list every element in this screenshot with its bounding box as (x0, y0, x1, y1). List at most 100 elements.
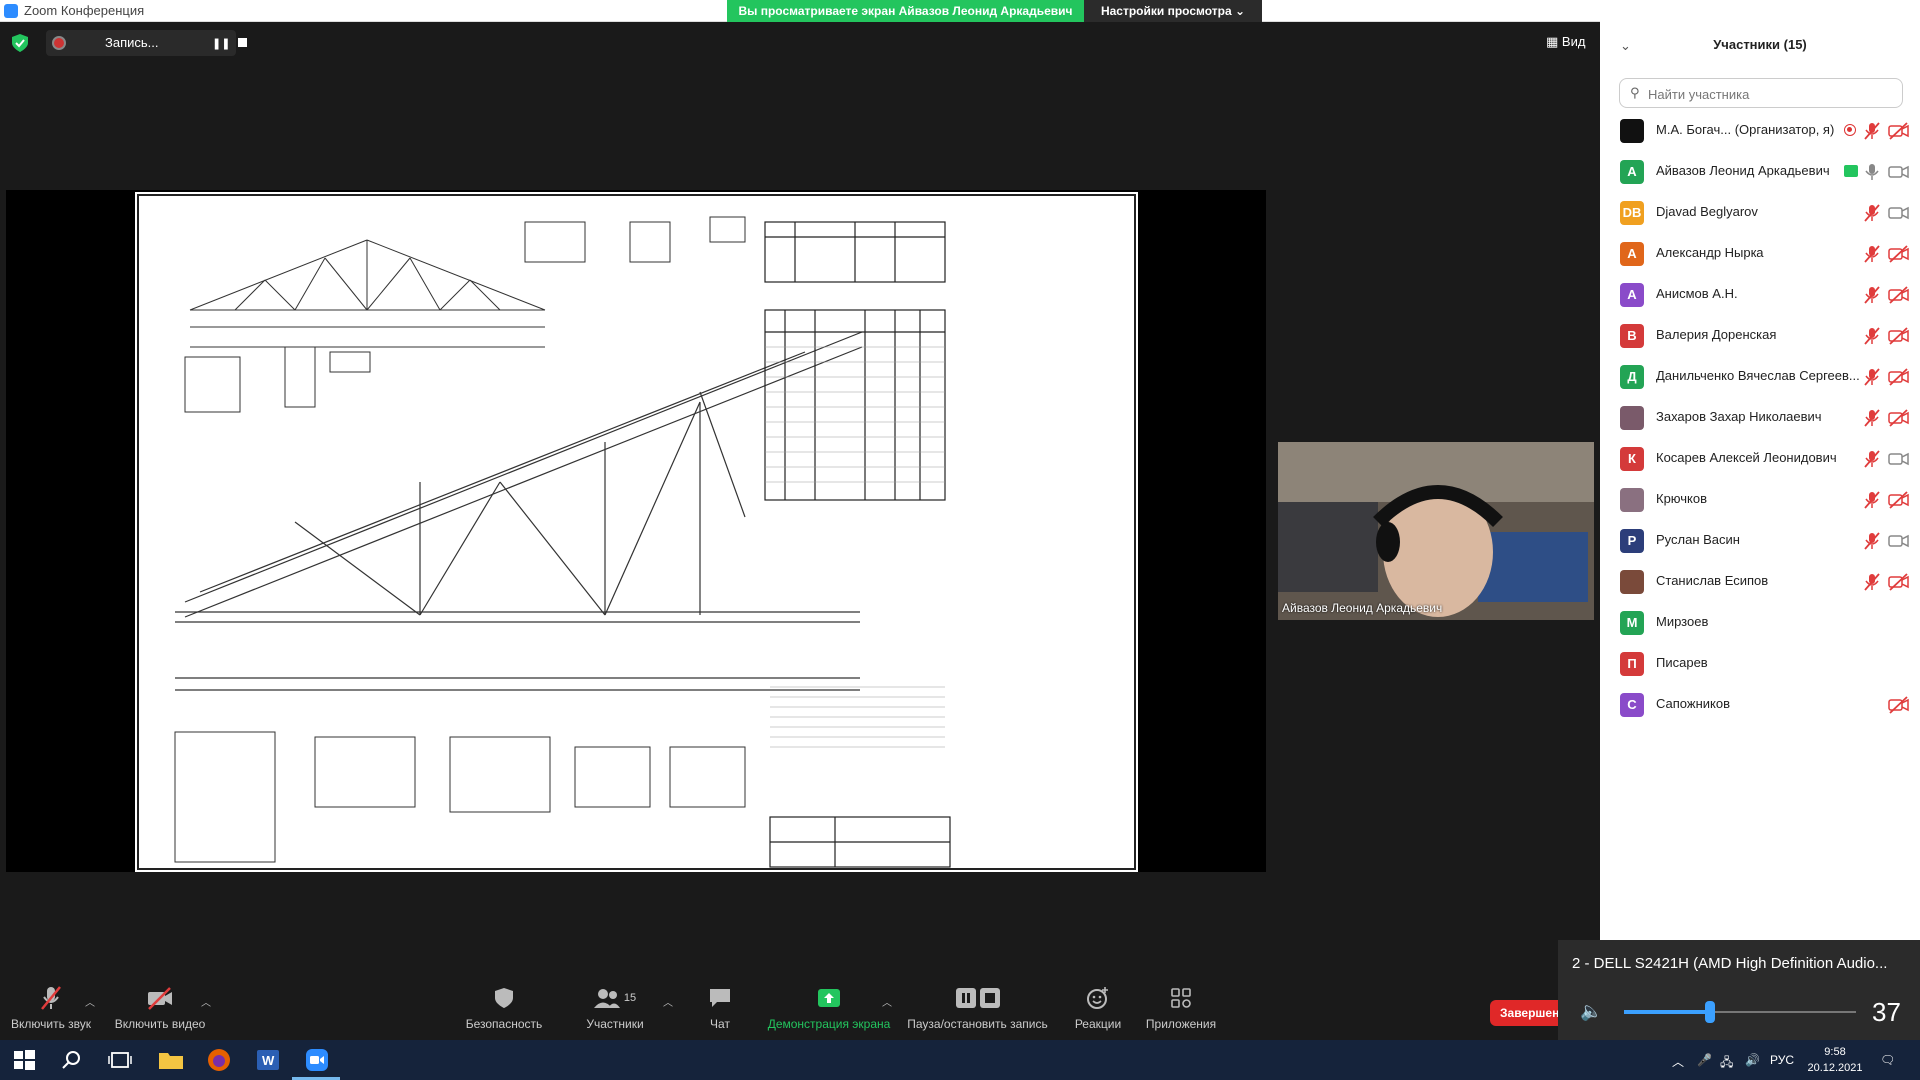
participant-row[interactable]: Захаров Захар Николаевич (1600, 397, 1920, 438)
participant-video-tile[interactable] (1278, 442, 1594, 620)
video-off-icon[interactable] (1888, 696, 1910, 714)
participant-row[interactable]: Д Данильченко Вячеслав Сергеев... (1600, 356, 1920, 397)
view-button[interactable]: ▦ Вид (1546, 34, 1585, 50)
share-options-caret-icon[interactable]: ︿ (882, 994, 892, 1009)
audio-options-caret-icon[interactable]: ︿ (85, 994, 95, 1009)
task-view-icon[interactable] (108, 1048, 132, 1072)
taskbar-clock[interactable]: 9:58 20.12.2021 (1800, 1044, 1870, 1076)
share-screen-button[interactable]: Демонстрация экрана (764, 985, 894, 1031)
muted-mic-icon[interactable] (1862, 409, 1882, 427)
word-icon[interactable]: W (256, 1048, 280, 1072)
video-icon[interactable] (1888, 450, 1910, 468)
windows-start-icon[interactable] (12, 1048, 36, 1072)
unmute-button[interactable]: Включить звук (6, 985, 96, 1031)
video-options-caret-icon[interactable]: ︿ (201, 994, 211, 1009)
video-off-icon[interactable] (1888, 368, 1910, 386)
participant-row[interactable]: С Сапожников (1600, 684, 1920, 725)
video-off-icon[interactable] (1888, 245, 1910, 263)
participants-button[interactable]: 15 Участники (570, 985, 660, 1031)
video-off-icon[interactable] (1888, 122, 1910, 140)
muted-mic-icon (41, 986, 61, 1010)
stop-recording-icon[interactable] (238, 38, 247, 47)
participant-row[interactable]: М.А. Богач... (Организатор, я) (1600, 110, 1920, 151)
muted-mic-icon[interactable] (1862, 368, 1882, 386)
participant-name: Руслан Васин (1656, 532, 1740, 547)
view-label: Вид (1561, 34, 1586, 49)
file-explorer-icon[interactable] (158, 1048, 184, 1072)
muted-mic-icon[interactable] (1862, 573, 1882, 591)
notifications-icon[interactable]: 🗨 (1880, 1053, 1895, 1067)
firefox-icon[interactable] (207, 1048, 231, 1072)
participant-row[interactable]: DB Djavad Beglyarov (1600, 192, 1920, 233)
muted-mic-icon[interactable] (1862, 532, 1882, 550)
avatar: Р (1620, 529, 1644, 553)
audio-device-name: 2 - DELL S2421H (AMD High Definition Aud… (1572, 955, 1888, 972)
video-off-icon[interactable] (1888, 409, 1910, 427)
start-video-button[interactable]: Включить видео (110, 985, 210, 1031)
muted-mic-icon[interactable] (1862, 450, 1882, 468)
avatar: А (1620, 242, 1644, 266)
recording-icon (1844, 124, 1856, 136)
volume-slider-thumb[interactable] (1704, 1001, 1715, 1023)
participant-row[interactable]: П Писарев (1600, 643, 1920, 684)
participant-row[interactable]: Станислав Есипов (1600, 561, 1920, 602)
chat-button[interactable]: Чат (690, 985, 750, 1031)
participants-title: Участники (15) (1713, 37, 1807, 52)
zoom-taskbar-icon[interactable] (305, 1048, 329, 1072)
avatar: М (1620, 611, 1644, 635)
avatar (1620, 488, 1644, 512)
avatar: С (1620, 693, 1644, 717)
volume-level: 37 (1872, 997, 1901, 1027)
tray-overflow-icon[interactable]: ︿ (1672, 1053, 1684, 1070)
clock-date: 20.12.2021 (1807, 1062, 1863, 1074)
search-icon[interactable] (60, 1048, 84, 1072)
muted-mic-icon[interactable] (1862, 491, 1882, 509)
reactions-button[interactable]: Реакции (1068, 985, 1128, 1031)
participants-list: М.А. Богач... (Организатор, я) А Айвазов Л… (1600, 110, 1920, 725)
participant-row[interactable]: А Александр Ныркa (1600, 233, 1920, 274)
speaker-icon[interactable]: 🔈 (1580, 1001, 1602, 1022)
video-icon[interactable] (1888, 204, 1910, 222)
muted-mic-icon[interactable] (1862, 204, 1882, 222)
participant-row[interactable]: А Айвазов Леонид Аркадьевич (1600, 151, 1920, 192)
muted-mic-icon[interactable] (1862, 245, 1882, 263)
participants-count: 15 (623, 992, 637, 1004)
participant-name: Захаров Захар Николаевич (1656, 409, 1822, 424)
muted-mic-icon[interactable] (1862, 286, 1882, 304)
participant-name: Данильченко Вячеслав Сергеев... (1656, 368, 1860, 383)
video-off-icon[interactable] (1888, 573, 1910, 591)
volume-tray-icon[interactable]: 🔊 (1745, 1053, 1760, 1067)
participant-row[interactable]: В Валерия Доренская (1600, 315, 1920, 356)
volume-slider-fill (1624, 1010, 1710, 1014)
video-off-icon[interactable] (1888, 286, 1910, 304)
pause-stop-recording-button[interactable]: Пауза/остановить запись (905, 985, 1050, 1031)
muted-mic-icon[interactable] (1862, 122, 1882, 140)
view-settings-dropdown[interactable]: Настройки просмотра ⌄ (1084, 0, 1262, 22)
apps-button[interactable]: Приложения (1140, 985, 1222, 1031)
video-off-icon[interactable] (1888, 327, 1910, 345)
participant-row[interactable]: А Анисмов А.Н. (1600, 274, 1920, 315)
participants-options-caret-icon[interactable]: ︿ (663, 994, 673, 1009)
language-indicator[interactable]: РУС (1770, 1053, 1794, 1067)
network-icon[interactable]: 🖧 (1720, 1053, 1733, 1074)
video-icon[interactable] (1888, 532, 1910, 550)
truss-drawing (135, 192, 1138, 872)
participant-search-box[interactable]: ⚲ (1619, 78, 1903, 108)
participant-name: Анисмов А.Н. (1656, 286, 1738, 301)
participant-row[interactable]: К Косарев Алексей Леонидович (1600, 438, 1920, 479)
mic-icon[interactable] (1862, 163, 1882, 181)
participant-search-input[interactable] (1648, 84, 1888, 104)
participant-row[interactable]: М Мирзоев (1600, 602, 1920, 643)
unmute-label: Включить звук (10, 1017, 92, 1031)
tray-mic-icon[interactable]: 🎤 (1697, 1053, 1712, 1067)
muted-mic-icon[interactable] (1862, 327, 1882, 345)
participant-row[interactable]: Крючков (1600, 479, 1920, 520)
participant-row[interactable]: Р Руслан Васин (1600, 520, 1920, 561)
security-button[interactable]: Безопасность (458, 985, 550, 1031)
security-shield-icon[interactable] (12, 34, 28, 52)
video-icon[interactable] (1888, 163, 1910, 181)
collapse-panel-icon[interactable]: ⌄ (1620, 38, 1631, 54)
pause-recording-icon[interactable]: ❚❚ (212, 37, 230, 50)
video-off-icon[interactable] (1888, 491, 1910, 509)
window-title: Zoom Конференция (24, 3, 145, 18)
